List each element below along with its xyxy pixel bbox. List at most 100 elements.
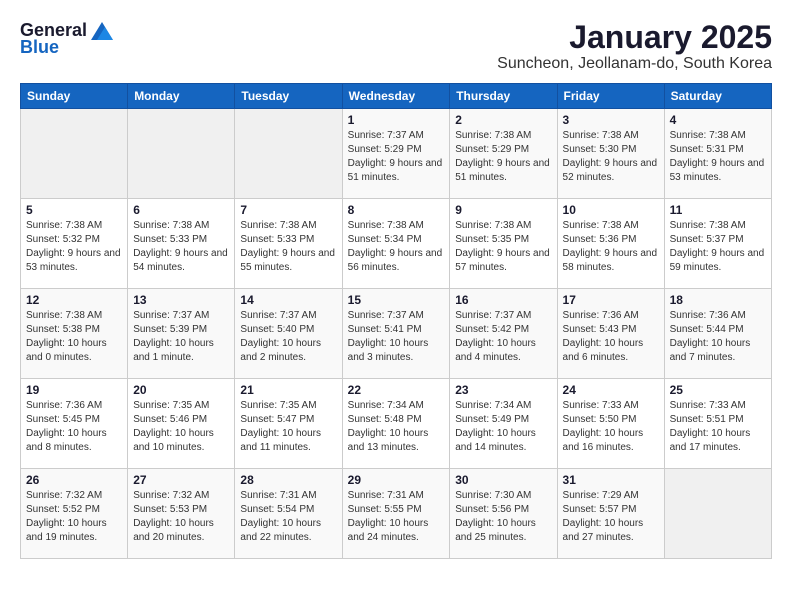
day-info: Sunrise: 7:37 AM Sunset: 5:39 PM Dayligh… <box>133 309 229 365</box>
calendar-cell <box>21 109 128 199</box>
day-header-saturday: Saturday <box>664 84 771 109</box>
day-number: 11 <box>670 203 766 217</box>
calendar-cell: 30 Sunrise: 7:30 AM Sunset: 5:56 PM Dayli… <box>450 469 557 559</box>
calendar-cell: 13Sunrise: 7:37 AM Sunset: 5:39 PM Dayli… <box>128 289 235 379</box>
day-info: Sunrise: 7:36 AM Sunset: 5:45 PM Dayligh… <box>26 399 122 455</box>
calendar-cell: 21 Sunrise: 7:35 AM Sunset: 5:47 PM Dayli… <box>235 379 342 469</box>
calendar-cell: 19 Sunrise: 7:36 AM Sunset: 5:45 PM Dayli… <box>21 379 128 469</box>
calendar-cell: 25 Sunrise: 7:33 AM Sunset: 5:51 PM Dayli… <box>664 379 771 469</box>
day-info: Sunrise: 7:38 AM Sunset: 5:31 PM Dayligh… <box>670 129 766 185</box>
day-header-friday: Friday <box>557 84 664 109</box>
day-number: 20 <box>133 383 229 397</box>
calendar-cell <box>128 109 235 199</box>
day-info: Sunrise: 7:34 AM Sunset: 5:48 PM Dayligh… <box>348 399 445 455</box>
calendar-cell: 1 Sunrise: 7:37 AM Sunset: 5:29 PM Daylig… <box>342 109 450 199</box>
day-info: Sunrise: 7:31 AM Sunset: 5:55 PM Dayligh… <box>348 489 445 545</box>
title-area: January 2025 Suncheon, Jeollanam-do, Sou… <box>497 20 772 73</box>
calendar-cell: 27Sunrise: 7:32 AM Sunset: 5:53 PM Dayli… <box>128 469 235 559</box>
calendar-week-4: 19 Sunrise: 7:36 AM Sunset: 5:45 PM Dayli… <box>21 379 772 469</box>
day-number: 1 <box>348 113 445 127</box>
day-header-monday: Monday <box>128 84 235 109</box>
day-info: Sunrise: 7:38 AM Sunset: 5:33 PM Dayligh… <box>240 219 336 275</box>
day-info: Sunrise: 7:35 AM Sunset: 5:46 PM Dayligh… <box>133 399 229 455</box>
day-info: Sunrise: 7:37 AM Sunset: 5:29 PM Dayligh… <box>348 129 445 185</box>
calendar-cell: 9Sunrise: 7:38 AM Sunset: 5:35 PM Daylig… <box>450 199 557 289</box>
day-number: 29 <box>348 473 445 487</box>
day-info: Sunrise: 7:35 AM Sunset: 5:47 PM Dayligh… <box>240 399 336 455</box>
calendar-cell: 16 Sunrise: 7:37 AM Sunset: 5:42 PM Dayli… <box>450 289 557 379</box>
calendar-cell <box>664 469 771 559</box>
calendar-table: SundayMondayTuesdayWednesdayThursdayFrid… <box>20 83 772 559</box>
calendar-cell: 5 Sunrise: 7:38 AM Sunset: 5:32 PM Daylig… <box>21 199 128 289</box>
day-info: Sunrise: 7:37 AM Sunset: 5:41 PM Dayligh… <box>348 309 445 365</box>
logo-icon <box>91 22 113 40</box>
calendar-cell: 6 Sunrise: 7:38 AM Sunset: 5:33 PM Daylig… <box>128 199 235 289</box>
calendar-cell: 2 Sunrise: 7:38 AM Sunset: 5:29 PM Daylig… <box>450 109 557 199</box>
day-number: 3 <box>563 113 659 127</box>
days-header-row: SundayMondayTuesdayWednesdayThursdayFrid… <box>21 84 772 109</box>
day-info: Sunrise: 7:38 AM Sunset: 5:32 PM Dayligh… <box>26 219 122 275</box>
logo-blue-text: Blue <box>20 37 59 58</box>
calendar-cell: 8Sunrise: 7:38 AM Sunset: 5:34 PM Daylig… <box>342 199 450 289</box>
day-number: 23 <box>455 383 551 397</box>
day-info: Sunrise: 7:29 AM Sunset: 5:57 PM Dayligh… <box>563 489 659 545</box>
day-info: Sunrise: 7:31 AM Sunset: 5:54 PM Dayligh… <box>240 489 336 545</box>
day-info: Sunrise: 7:33 AM Sunset: 5:51 PM Dayligh… <box>670 399 766 455</box>
day-number: 21 <box>240 383 336 397</box>
calendar-cell: 4 Sunrise: 7:38 AM Sunset: 5:31 PM Daylig… <box>664 109 771 199</box>
day-number: 10 <box>563 203 659 217</box>
calendar-cell: 18 Sunrise: 7:36 AM Sunset: 5:44 PM Dayli… <box>664 289 771 379</box>
logo: General Blue <box>20 20 113 58</box>
day-number: 4 <box>670 113 766 127</box>
day-info: Sunrise: 7:32 AM Sunset: 5:53 PM Dayligh… <box>133 489 229 545</box>
day-number: 6 <box>133 203 229 217</box>
calendar-cell: 22 Sunrise: 7:34 AM Sunset: 5:48 PM Dayli… <box>342 379 450 469</box>
day-header-tuesday: Tuesday <box>235 84 342 109</box>
day-number: 5 <box>26 203 122 217</box>
day-header-wednesday: Wednesday <box>342 84 450 109</box>
day-number: 30 <box>455 473 551 487</box>
calendar-cell: 11 Sunrise: 7:38 AM Sunset: 5:37 PM Dayli… <box>664 199 771 289</box>
day-number: 2 <box>455 113 551 127</box>
calendar-cell: 12Sunrise: 7:38 AM Sunset: 5:38 PM Dayli… <box>21 289 128 379</box>
day-info: Sunrise: 7:38 AM Sunset: 5:35 PM Dayligh… <box>455 219 551 275</box>
calendar-cell: 28 Sunrise: 7:31 AM Sunset: 5:54 PM Dayli… <box>235 469 342 559</box>
calendar-cell: 14 Sunrise: 7:37 AM Sunset: 5:40 PM Dayli… <box>235 289 342 379</box>
day-info: Sunrise: 7:30 AM Sunset: 5:56 PM Dayligh… <box>455 489 551 545</box>
day-header-sunday: Sunday <box>21 84 128 109</box>
day-info: Sunrise: 7:36 AM Sunset: 5:44 PM Dayligh… <box>670 309 766 365</box>
calendar-subtitle: Suncheon, Jeollanam-do, South Korea <box>497 55 772 73</box>
day-info: Sunrise: 7:38 AM Sunset: 5:29 PM Dayligh… <box>455 129 551 185</box>
day-info: Sunrise: 7:36 AM Sunset: 5:43 PM Dayligh… <box>563 309 659 365</box>
day-info: Sunrise: 7:32 AM Sunset: 5:52 PM Dayligh… <box>26 489 122 545</box>
day-number: 7 <box>240 203 336 217</box>
calendar-cell: 26 Sunrise: 7:32 AM Sunset: 5:52 PM Dayli… <box>21 469 128 559</box>
calendar-title: January 2025 <box>497 20 772 55</box>
day-number: 25 <box>670 383 766 397</box>
day-number: 26 <box>26 473 122 487</box>
calendar-cell: 20 Sunrise: 7:35 AM Sunset: 5:46 PM Dayli… <box>128 379 235 469</box>
day-number: 18 <box>670 293 766 307</box>
day-info: Sunrise: 7:33 AM Sunset: 5:50 PM Dayligh… <box>563 399 659 455</box>
day-info: Sunrise: 7:38 AM Sunset: 5:36 PM Dayligh… <box>563 219 659 275</box>
calendar-cell: 10 Sunrise: 7:38 AM Sunset: 5:36 PM Dayli… <box>557 199 664 289</box>
day-number: 31 <box>563 473 659 487</box>
day-info: Sunrise: 7:37 AM Sunset: 5:42 PM Dayligh… <box>455 309 551 365</box>
calendar-week-1: 1 Sunrise: 7:37 AM Sunset: 5:29 PM Daylig… <box>21 109 772 199</box>
day-info: Sunrise: 7:38 AM Sunset: 5:30 PM Dayligh… <box>563 129 659 185</box>
calendar-cell: 29 Sunrise: 7:31 AM Sunset: 5:55 PM Dayli… <box>342 469 450 559</box>
calendar-cell: 7 Sunrise: 7:38 AM Sunset: 5:33 PM Daylig… <box>235 199 342 289</box>
day-number: 16 <box>455 293 551 307</box>
day-info: Sunrise: 7:38 AM Sunset: 5:33 PM Dayligh… <box>133 219 229 275</box>
day-number: 8 <box>348 203 445 217</box>
day-number: 19 <box>26 383 122 397</box>
day-info: Sunrise: 7:38 AM Sunset: 5:37 PM Dayligh… <box>670 219 766 275</box>
day-number: 14 <box>240 293 336 307</box>
day-number: 28 <box>240 473 336 487</box>
calendar-cell: 15Sunrise: 7:37 AM Sunset: 5:41 PM Dayli… <box>342 289 450 379</box>
calendar-cell: 3 Sunrise: 7:38 AM Sunset: 5:30 PM Daylig… <box>557 109 664 199</box>
day-info: Sunrise: 7:37 AM Sunset: 5:40 PM Dayligh… <box>240 309 336 365</box>
page-header: General Blue January 2025 Suncheon, Jeol… <box>20 20 772 73</box>
calendar-week-2: 5 Sunrise: 7:38 AM Sunset: 5:32 PM Daylig… <box>21 199 772 289</box>
day-number: 22 <box>348 383 445 397</box>
